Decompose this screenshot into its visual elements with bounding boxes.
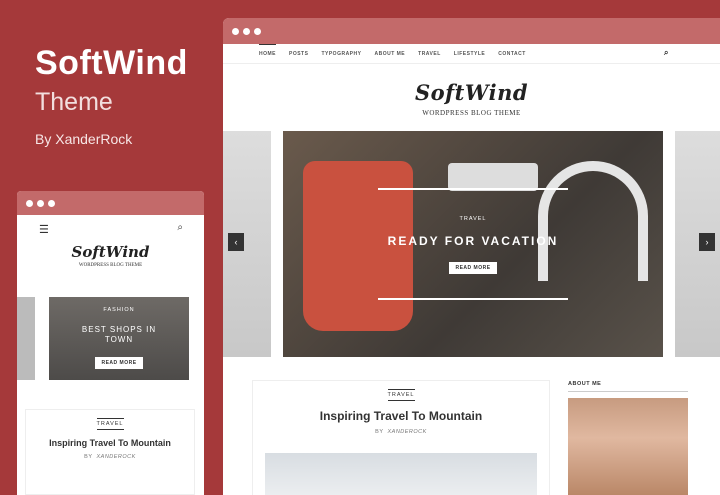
post-category[interactable]: TRAVEL xyxy=(387,389,415,401)
post-byline: BY XANDEROCK xyxy=(375,429,427,435)
promo-subtitle: Theme xyxy=(35,88,113,116)
window-dot xyxy=(232,27,239,35)
nav-home[interactable]: HOME xyxy=(259,44,276,57)
promo-block: SoftWind Theme By XanderRock xyxy=(35,44,188,147)
hero-read-more-button[interactable]: READ MORE xyxy=(449,262,497,274)
window-dot xyxy=(254,27,261,35)
main-nav: HOME POSTS TYPOGRAPHY ABOUT ME TRAVEL LI… xyxy=(223,44,720,64)
window-dot xyxy=(48,199,55,207)
mobile-slide: FASHION BEST SHOPS IN TOWN READ MORE xyxy=(49,297,189,380)
nav-travel[interactable]: TRAVEL xyxy=(418,51,441,57)
slider-next-arrow-icon[interactable]: › xyxy=(699,233,715,251)
post-card: TRAVEL Inspiring Travel To Mountain BY X… xyxy=(252,380,550,495)
hero-slider: TRAVEL READY FOR VACATION READ MORE ‹ › xyxy=(223,131,720,357)
hero-image: TRAVEL READY FOR VACATION READ MORE xyxy=(283,131,663,357)
menu-icon[interactable]: ☰ xyxy=(39,223,49,236)
desktop-preview: HOME POSTS TYPOGRAPHY ABOUT ME TRAVEL LI… xyxy=(223,18,720,495)
nav-about[interactable]: ABOUT ME xyxy=(374,51,405,57)
window-dot xyxy=(37,199,44,207)
search-icon[interactable]: ⌕ xyxy=(664,48,669,58)
post-byline: BY XANDEROCK xyxy=(84,454,136,460)
browser-bar xyxy=(17,191,204,215)
slide-read-more-button[interactable]: READ MORE xyxy=(95,357,143,369)
slide-title[interactable]: BEST SHOPS IN TOWN xyxy=(69,325,169,345)
post-title[interactable]: Inspiring Travel To Mountain xyxy=(253,409,549,423)
promo-author: By XanderRock xyxy=(35,131,133,147)
browser-bar xyxy=(223,18,720,44)
divider xyxy=(378,298,568,300)
divider xyxy=(568,391,688,392)
nav-contact[interactable]: CONTACT xyxy=(498,51,526,57)
post-card: TRAVEL Inspiring Travel To Mountain BY X… xyxy=(25,409,195,495)
site-tagline: WORDPRESS BLOG THEME xyxy=(422,109,521,117)
site-logo[interactable]: SoftWind xyxy=(17,243,204,261)
promo-title: SoftWind xyxy=(35,44,188,82)
post-category[interactable]: TRAVEL xyxy=(96,418,124,430)
slider-prev-arrow-icon[interactable]: ‹ xyxy=(228,233,244,251)
hero-title[interactable]: READY FOR VACATION xyxy=(283,234,663,248)
about-image xyxy=(568,398,688,495)
post-title[interactable]: Inspiring Travel To Mountain xyxy=(26,438,194,448)
divider xyxy=(378,188,568,190)
slide-overlay: FASHION BEST SHOPS IN TOWN READ MORE xyxy=(49,307,189,369)
hero-category[interactable]: TRAVEL xyxy=(283,216,663,222)
prev-slide-image xyxy=(17,297,35,380)
site-tagline: WORDPRESS BLOG THEME xyxy=(78,263,143,268)
nav-typography[interactable]: TYPOGRAPHY xyxy=(321,51,361,57)
hero-overlay: TRAVEL READY FOR VACATION READ MORE xyxy=(283,216,663,274)
nav-lifestyle[interactable]: LIFESTYLE xyxy=(454,51,485,57)
about-heading: ABOUT ME xyxy=(568,381,602,387)
window-dot xyxy=(243,27,250,35)
post-image[interactable] xyxy=(265,453,537,495)
nav-posts[interactable]: POSTS xyxy=(289,51,308,57)
camera-image xyxy=(448,163,538,191)
slide-category[interactable]: FASHION xyxy=(49,307,189,313)
mobile-preview: ☰ ⌕ SoftWind WORDPRESS BLOG THEME FASHIO… xyxy=(17,191,204,495)
mobile-header: ☰ ⌕ xyxy=(17,215,204,241)
window-dot xyxy=(26,199,33,207)
site-logo[interactable]: SoftWind xyxy=(223,80,720,105)
search-icon[interactable]: ⌕ xyxy=(177,222,183,233)
